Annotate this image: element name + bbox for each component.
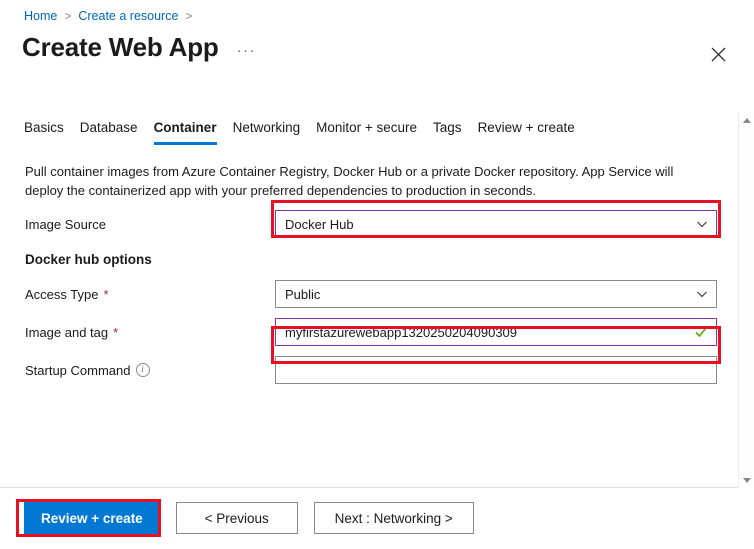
image-and-tag-control: myfirstazurewebapp1320250204090309 (275, 318, 717, 346)
breadcrumb-item-create-a-resource[interactable]: Create a resource (78, 9, 178, 23)
info-icon[interactable]: i (136, 363, 150, 377)
breadcrumb-separator-icon: > (64, 9, 71, 23)
image-source-dropdown[interactable]: Docker Hub (275, 210, 717, 238)
breadcrumb: Home > Create a resource > (24, 9, 192, 23)
chevron-down-icon (696, 218, 708, 230)
tab-networking[interactable]: Networking (233, 120, 317, 145)
tab-label: Review + create (478, 120, 575, 135)
tab-label: Database (80, 120, 138, 135)
image-and-tag-value: myfirstazurewebapp1320250204090309 (285, 325, 694, 340)
image-and-tag-field[interactable]: myfirstazurewebapp1320250204090309 (275, 318, 717, 346)
page-title: Create Web App (22, 32, 219, 63)
access-type-dropdown[interactable]: Public (275, 280, 717, 308)
label-text: Startup Command (25, 363, 131, 378)
label-text: Access Type (25, 287, 98, 302)
scroll-down-arrow-icon[interactable] (739, 472, 754, 488)
scroll-up-arrow-icon[interactable] (739, 112, 754, 128)
tab-label: Networking (233, 120, 301, 135)
tab-container[interactable]: Container (154, 120, 233, 145)
docker-hub-options-heading: Docker hub options (0, 243, 754, 275)
startup-command-control (275, 356, 717, 384)
next-networking-button[interactable]: Next : Networking > (314, 502, 474, 534)
image-source-control: Docker Hub (275, 210, 717, 238)
tab-database[interactable]: Database (80, 120, 154, 145)
container-description: Pull container images from Azure Contain… (25, 162, 715, 200)
label-text: Image Source (25, 217, 106, 232)
breadcrumb-item-home[interactable]: Home (24, 9, 57, 23)
vertical-scrollbar[interactable] (738, 112, 754, 488)
previous-button[interactable]: < Previous (176, 502, 298, 534)
tab-basics[interactable]: Basics (24, 120, 80, 145)
access-type-control: Public (275, 280, 717, 308)
access-type-label: Access Type * (25, 287, 275, 302)
tab-label: Container (154, 120, 217, 135)
title-row: Create Web App ··· (22, 32, 260, 63)
tab-label: Monitor + secure (316, 120, 417, 135)
footer-actions: Review + create < Previous Next : Networ… (24, 502, 474, 534)
chevron-down-icon (696, 288, 708, 300)
label-text: Image and tag (25, 325, 108, 340)
close-icon (711, 47, 726, 62)
image-and-tag-row: Image and tag * myfirstazurewebapp132025… (0, 313, 754, 351)
image-source-value: Docker Hub (285, 217, 696, 232)
startup-command-input[interactable] (275, 356, 717, 384)
tab-monitor-secure[interactable]: Monitor + secure (316, 120, 433, 145)
close-button[interactable] (704, 40, 732, 68)
tab-bar: Basics Database Container Networking Mon… (24, 120, 591, 145)
required-asterisk: * (103, 288, 108, 301)
tab-label: Basics (24, 120, 64, 135)
access-type-value: Public (285, 287, 696, 302)
tab-tags[interactable]: Tags (433, 120, 478, 145)
required-asterisk: * (113, 326, 118, 339)
review-create-button[interactable]: Review + create (24, 502, 160, 534)
image-source-row: Image Source Docker Hub (0, 205, 754, 243)
tab-review-create[interactable]: Review + create (478, 120, 591, 145)
startup-command-label: Startup Command i (25, 363, 275, 378)
access-type-row: Access Type * Public (0, 275, 754, 313)
startup-command-row: Startup Command i (0, 351, 754, 389)
image-and-tag-label: Image and tag * (25, 325, 275, 340)
footer-divider (0, 487, 740, 488)
breadcrumb-separator-icon: > (185, 9, 192, 23)
create-web-app-blade: Home > Create a resource > Create Web Ap… (0, 0, 754, 549)
container-form: Image Source Docker Hub Docker hub optio… (0, 205, 754, 389)
checkmark-icon (694, 325, 708, 339)
more-options-icon[interactable]: ··· (233, 40, 261, 61)
image-source-label: Image Source (25, 217, 275, 232)
tab-label: Tags (433, 120, 462, 135)
